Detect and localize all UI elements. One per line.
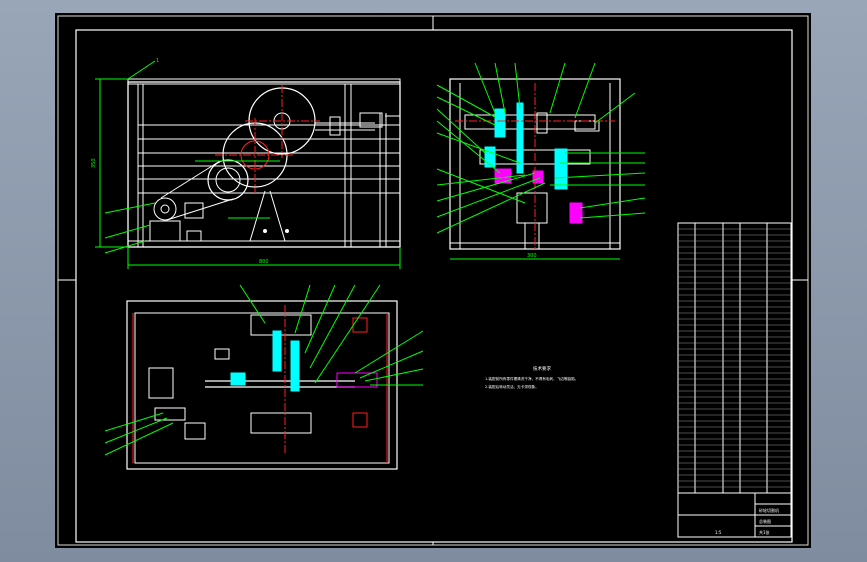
plan-frame	[126, 300, 398, 470]
title-part-name: 砂轮切割机	[759, 507, 779, 513]
motor-base	[149, 220, 181, 242]
bearing-1	[494, 108, 506, 138]
plan-bearing-1	[214, 348, 230, 360]
drawing-sheet: 350 800 1 300 技术要求 1.装配前所有零件需清洗干净，不得有毛刺、…	[55, 13, 811, 548]
dim-bottom-text: 800	[259, 259, 269, 265]
tech-req-title: 技术要求	[533, 365, 551, 372]
plan-leader-3	[304, 284, 336, 354]
front-view: 350 800 1	[91, 58, 401, 269]
motor-side	[516, 192, 548, 224]
belt-bottom	[166, 198, 234, 221]
side-leader-10	[436, 182, 546, 234]
bearing-3	[484, 146, 496, 168]
plan-lower-housing	[250, 412, 312, 434]
coupling	[536, 112, 548, 134]
side-leader-9	[436, 177, 541, 218]
side-leader-r3	[554, 172, 646, 179]
side-leader-r6	[579, 212, 646, 219]
side-dim-text: 300	[527, 253, 537, 259]
plan-leader-8	[364, 368, 424, 382]
gear-3	[569, 202, 583, 224]
plan-clamp-top	[352, 317, 368, 333]
plan-motor	[148, 367, 174, 399]
side-leader-t5	[574, 62, 596, 119]
motor-stand	[524, 222, 540, 250]
front-frame	[127, 81, 401, 248]
title-sheet: 共1张	[759, 529, 770, 535]
title-drawing-no: 总装图	[759, 518, 771, 524]
arm-clamp	[329, 116, 341, 136]
dim-left-text: 350	[91, 158, 97, 168]
tech-req-line-2: 2.装配后转动灵活，无卡滞现象。	[485, 384, 539, 389]
plan-view	[104, 284, 424, 470]
handle	[385, 115, 401, 153]
bearing-2	[554, 148, 568, 190]
plan-bearing-2	[230, 372, 246, 386]
side-leader-t3	[514, 62, 521, 109]
side-leader-t4	[549, 62, 566, 114]
callout-1: 1	[156, 58, 159, 64]
side-leader-3	[436, 108, 486, 154]
side-view: 300	[436, 62, 646, 260]
technical-requirements: 技术要求 1.装配前所有零件需清洗干净，不得有毛刺、飞边等缺陷。 2.装配后转动…	[485, 365, 578, 389]
plan-clamp-bottom	[352, 412, 368, 428]
side-leader-t2	[494, 62, 506, 114]
motor-pulley	[153, 197, 177, 221]
callout-line-2	[104, 202, 156, 214]
plan-leader-10	[104, 412, 164, 432]
side-leader-t1	[474, 62, 496, 114]
cad-drawing: 350 800 1 300 技术要求 1.装配前所有零件需清洗干净，不得有毛刺、…	[57, 15, 809, 546]
plan-tensioner	[184, 422, 206, 440]
plan-leader-2	[294, 284, 311, 334]
bolt-1	[263, 229, 267, 233]
motor-shaft	[160, 204, 170, 214]
title-scale: 1:5	[715, 530, 722, 535]
callout-line-1	[127, 60, 156, 80]
plan-disc-2	[290, 340, 300, 392]
side-leader-r5	[579, 197, 646, 209]
plan-leader-1	[239, 284, 266, 324]
tensioner-foot	[186, 230, 202, 242]
bolt-2	[285, 229, 289, 233]
side-leader-8	[436, 172, 536, 202]
side-leader-t6	[594, 92, 636, 124]
tensioner	[184, 202, 204, 219]
parts-list	[677, 222, 792, 494]
support-bracket	[249, 190, 286, 242]
tech-req-line-1: 1.装配前所有零件需清洗干净，不得有毛刺、飞边等缺陷。	[485, 376, 578, 381]
plan-disc	[272, 330, 282, 372]
inner-frame	[75, 29, 793, 543]
title-block: 砂轮切割机 总装图 共1张 1:5	[677, 492, 792, 538]
